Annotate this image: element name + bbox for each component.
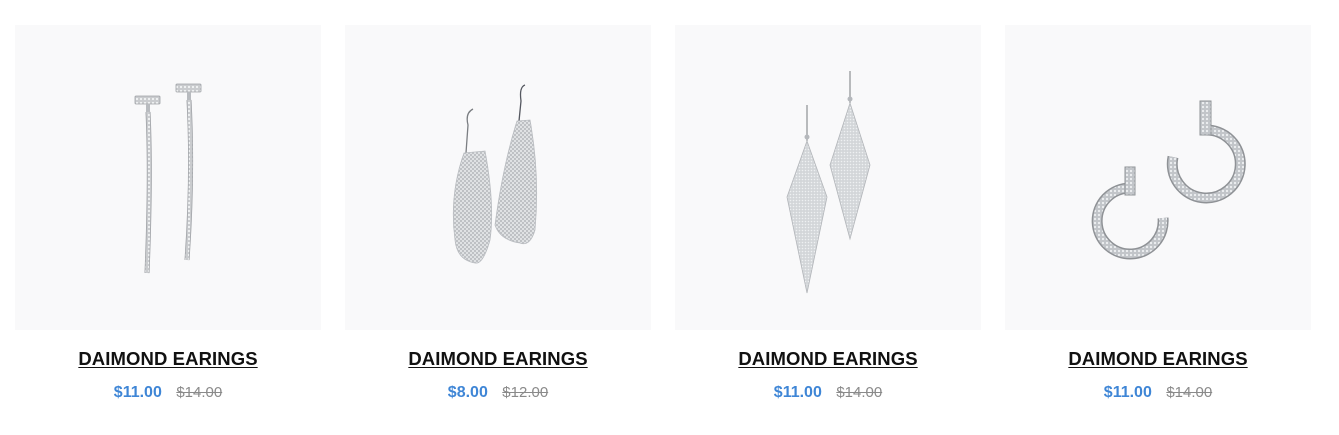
product-card: DAIMOND EARINGS $11.00 $14.00 (1005, 25, 1311, 402)
original-price: $14.00 (1166, 384, 1213, 401)
product-card: DAIMOND EARINGS $11.00 $14.00 (675, 25, 981, 402)
product-title-link[interactable]: DAIMOND EARINGS (15, 348, 321, 370)
bar-drop-earrings-icon (134, 83, 202, 274)
price-row: $11.00 $14.00 (15, 384, 321, 402)
sale-price: $11.00 (113, 384, 162, 401)
product-image-link[interactable] (675, 25, 981, 330)
product-title-link[interactable]: DAIMOND EARINGS (1005, 348, 1311, 370)
price-row: $8.00 $12.00 (345, 384, 651, 402)
original-price: $14.00 (176, 384, 223, 401)
original-price: $14.00 (836, 384, 883, 401)
price-row: $11.00 $14.00 (1005, 384, 1311, 402)
product-image-link[interactable] (15, 25, 321, 330)
product-card: DAIMOND EARINGS $8.00 $12.00 (345, 25, 651, 402)
t-hoop-earrings-icon (1091, 100, 1246, 260)
sale-price: $8.00 (447, 384, 488, 401)
price-row: $11.00 $14.00 (675, 384, 981, 402)
product-title-link[interactable]: DAIMOND EARINGS (675, 348, 981, 370)
product-image-link[interactable] (1005, 25, 1311, 330)
product-card: DAIMOND EARINGS $11.00 $14.00 (15, 25, 321, 402)
sale-price: $11.00 (1103, 384, 1152, 401)
product-grid: DAIMOND EARINGS $11.00 $14.00 DAIMOND EA… (0, 0, 1339, 435)
diamond-mesh-earrings-icon (786, 71, 871, 294)
sale-price: $11.00 (773, 384, 822, 401)
product-image-link[interactable] (345, 25, 651, 330)
mesh-scarf-earrings-icon (452, 84, 538, 264)
product-title-link[interactable]: DAIMOND EARINGS (345, 348, 651, 370)
original-price: $12.00 (502, 384, 549, 401)
